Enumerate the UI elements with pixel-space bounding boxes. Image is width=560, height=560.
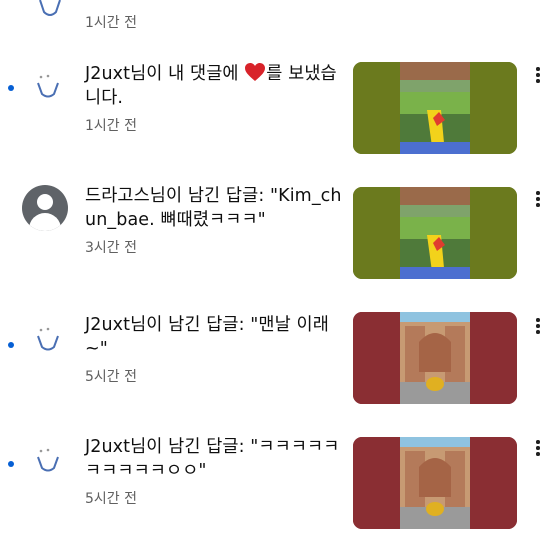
heart-icon (245, 63, 266, 81)
notification-item[interactable]: J2uxt님이 남긴 답글: "맨날 이래~" 5시간 전 (0, 312, 560, 412)
channel-logo-icon (37, 327, 59, 351)
unread-dot (8, 85, 14, 91)
more-options-icon[interactable] (535, 440, 541, 460)
notification-text: 1시간 전 (85, 7, 350, 32)
user-avatar[interactable] (22, 185, 68, 231)
more-options-icon[interactable] (535, 191, 541, 211)
notification-time: 3시간 전 (85, 240, 137, 256)
notification-item[interactable]: J2uxt님이 남긴 답글: "ㅋㅋㅋㅋㅋㅋㅋㅋㅋㅋㅇㅇ" 5시간 전 (0, 435, 560, 535)
notification-message: J2uxt님이 남긴 답글: "맨날 이래~" (85, 315, 329, 359)
notification-text: J2uxt님이 남긴 답글: "ㅋㅋㅋㅋㅋㅋㅋㅋㅋㅋㅇㅇ" 5시간 전 (85, 436, 350, 508)
notification-item[interactable]: 드라고스님이 남긴 답글: "Kim_chun_bae. 뼈때렸ㅋㅋㅋ" 3시간… (0, 185, 560, 295)
notification-time: 5시간 전 (85, 369, 137, 385)
notification-time: 5시간 전 (85, 491, 137, 507)
notification-text: J2uxt님이 내 댓글에 를 보냈습니다. 1시간 전 (85, 62, 350, 135)
notification-time: 1시간 전 (85, 118, 137, 134)
notification-message: J2uxt님이 내 댓글에 를 보냈습니다. (85, 63, 337, 108)
notification-text: J2uxt님이 남긴 답글: "맨날 이래~" 5시간 전 (85, 314, 350, 386)
video-thumbnail[interactable] (353, 437, 517, 529)
channel-logo-icon (37, 74, 59, 98)
notification-item[interactable]: J2uxt님이 내 댓글에 를 보냈습니다. 1시간 전 (0, 55, 560, 165)
video-thumbnail[interactable] (353, 312, 517, 404)
notification-message: 드라고스님이 남긴 답글: "Kim_chun_bae. 뼈때렸ㅋㅋㅋ" (85, 186, 342, 230)
notification-message: J2uxt님이 남긴 답글: "ㅋㅋㅋㅋㅋㅋㅋㅋㅋㅋㅇㅇ" (85, 437, 340, 481)
notification-list: 1시간 전 J2uxt님이 내 댓글에 를 보냈습니다. 1시간 전 드라고스님… (0, 0, 560, 560)
video-thumbnail[interactable] (353, 62, 517, 154)
unread-dot (8, 461, 14, 467)
more-options-icon[interactable] (535, 318, 541, 338)
notification-item[interactable]: 1시간 전 (0, 0, 560, 40)
more-options-icon[interactable] (535, 67, 541, 87)
unread-dot (8, 342, 14, 348)
channel-logo-icon (39, 0, 61, 16)
notification-time: 1시간 전 (85, 15, 137, 31)
video-thumbnail[interactable] (353, 187, 517, 279)
channel-logo-icon (37, 448, 59, 472)
notification-text: 드라고스님이 남긴 답글: "Kim_chun_bae. 뼈때렸ㅋㅋㅋ" 3시간… (85, 185, 350, 257)
